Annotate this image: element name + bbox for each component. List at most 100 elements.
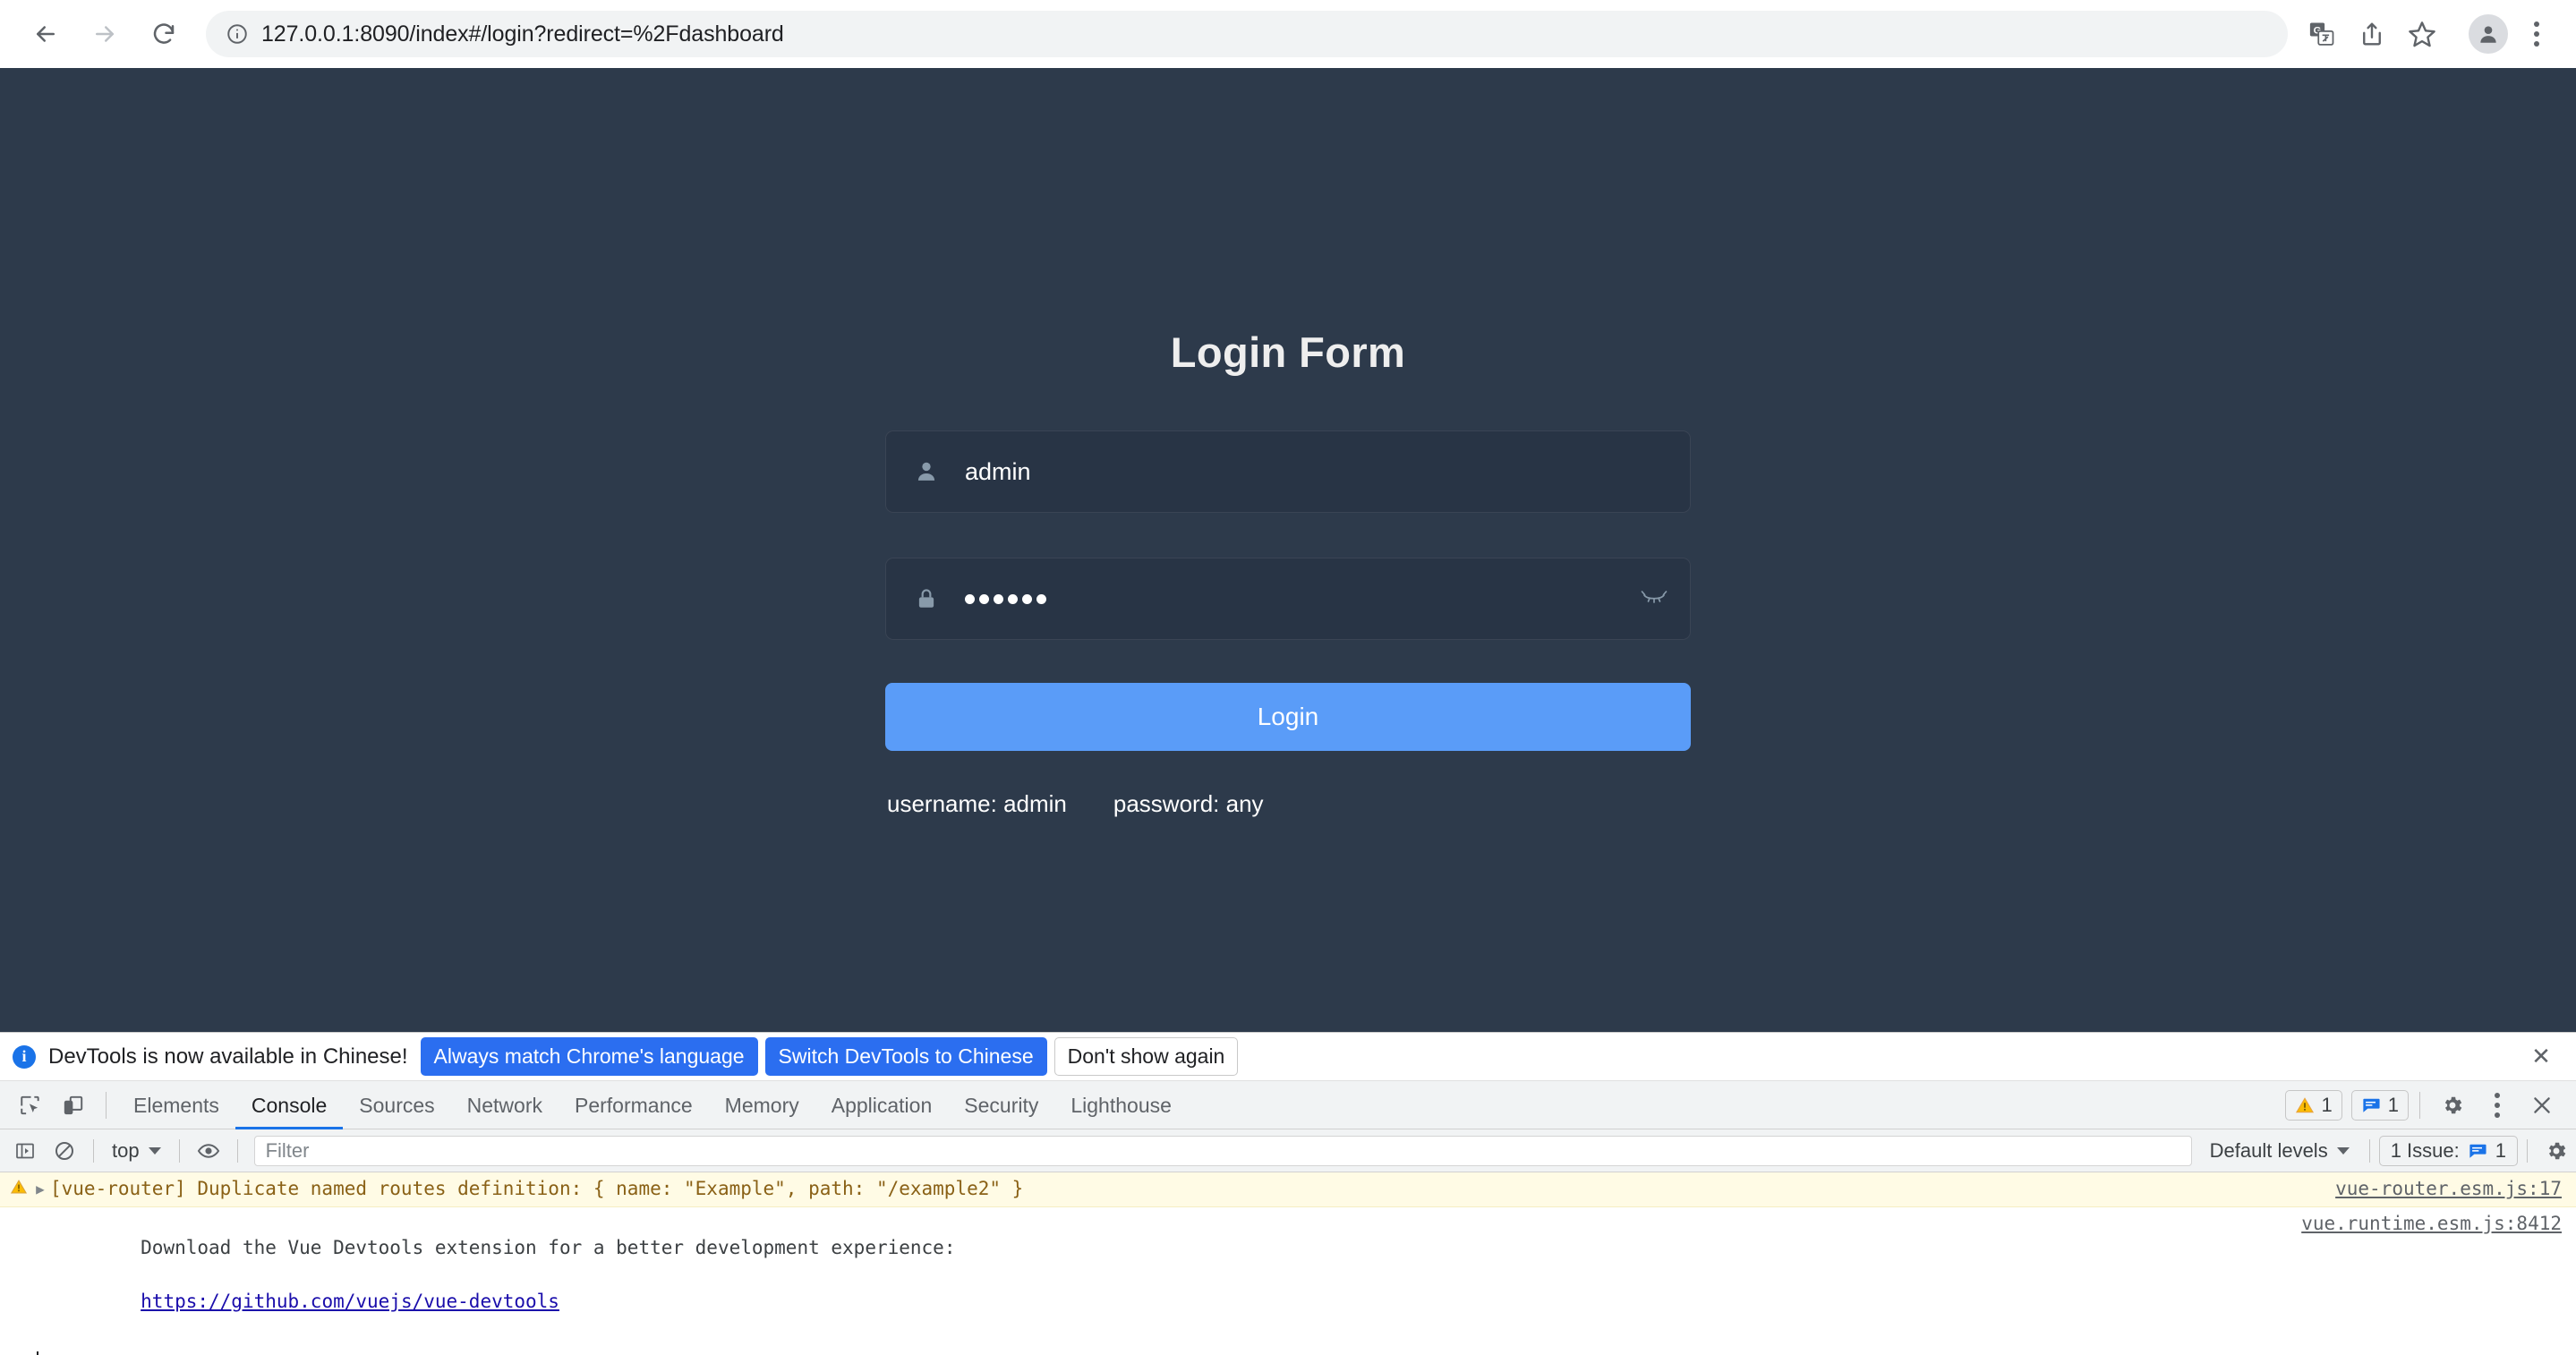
browser-menu-button[interactable] [2513,9,2560,59]
kebab-menu-icon [2534,21,2539,27]
divider [2419,1091,2420,1119]
tab-security[interactable]: Security [948,1081,1054,1129]
tab-lighthouse[interactable]: Lighthouse [1054,1081,1188,1129]
profile-button[interactable] [2463,9,2513,59]
issues-label: 1 Issue: [2390,1138,2460,1162]
avatar [2469,14,2508,54]
console-settings-button[interactable] [2537,1133,2576,1169]
device-toolbar-icon [64,1095,83,1114]
message-count-badge[interactable]: 1 [2350,1089,2409,1121]
reload-icon [153,23,175,44]
device-toolbar-button[interactable] [52,1085,95,1126]
translate-icon: G [2309,22,2334,46]
warning-count: 1 [2321,1093,2333,1116]
log-icon-placeholder [7,1212,30,1214]
devtools-panel: i DevTools is now available in Chinese! … [0,1032,2576,1355]
inspect-element-icon [21,1095,39,1114]
tab-memory[interactable]: Memory [709,1081,815,1129]
warning-triangle-icon [2295,1096,2315,1114]
gear-icon [2548,1142,2566,1159]
console-log-row[interactable]: Download the Vue Devtools extension for … [0,1206,2576,1345]
share-icon [2363,22,2381,46]
expand-arrow-icon[interactable]: ▶ [30,1177,50,1198]
user-icon [911,456,942,487]
tab-console[interactable]: Console [235,1081,343,1129]
info-icon: i [13,1044,36,1069]
console-filter-input[interactable] [253,1135,2192,1166]
issues-count: 1 [2495,1138,2506,1162]
divider [236,1138,238,1163]
page-title: Login Form [1170,328,1406,376]
console-log-message: [vue-router] Duplicate named routes defi… [50,1178,1024,1199]
url-text: 127.0.0.1:8090/index#/login?redirect=%2F… [261,21,784,47]
toolbar-actions: G [2297,9,2560,59]
console-sidebar-button[interactable] [5,1133,45,1169]
tab-sources[interactable]: Sources [343,1081,450,1129]
inspect-element-button[interactable] [9,1085,52,1126]
devtools-language-banner: i DevTools is now available in Chinese! … [0,1033,2576,1081]
dont-show-again-button[interactable]: Don't show again [1053,1037,1239,1076]
divider [2527,1138,2528,1163]
console-log-source[interactable]: vue.runtime.esm.js:8412 [2301,1212,2562,1237]
log-levels-selector[interactable]: Default levels [2199,1139,2360,1163]
browser-toolbar: 127.0.0.1:8090/index#/login?redirect=%2F… [0,0,2576,68]
vue-devtools-link[interactable]: https://github.com/vuejs/vue-devtools [141,1290,559,1315]
banner-message: DevTools is now available in Chinese! [48,1044,408,1069]
login-form: Login Form admin Login username: admin p… [885,68,1691,818]
devtools-tab-bar: Elements Console Sources Network Perform… [0,1081,2576,1129]
devtools-more-button[interactable] [2474,1080,2521,1130]
console-log-row[interactable]: ▶ [vue-router] Duplicate named routes de… [0,1172,2576,1207]
live-expression-icon [197,1143,219,1158]
warning-triangle-icon [7,1177,30,1195]
username-field-wrapper[interactable] [885,430,1691,513]
account-avatar-icon [2480,26,2496,43]
username-input[interactable] [942,457,1677,486]
always-match-language-button[interactable]: Always match Chrome's language [420,1037,758,1076]
expand-arrow-placeholder [30,1212,50,1214]
tab-elements[interactable]: Elements [117,1081,235,1129]
clear-console-icon [55,1141,73,1160]
warning-count-badge[interactable]: 1 [2284,1089,2342,1121]
switch-devtools-to-chinese-button[interactable]: Switch DevTools to Chinese [764,1037,1047,1076]
reload-button[interactable] [138,8,190,60]
forward-button[interactable] [79,8,131,60]
devtools-settings-button[interactable] [2431,1085,2474,1126]
banner-close-icon[interactable]: ✕ [2526,1042,2556,1072]
address-bar[interactable]: 127.0.0.1:8090/index#/login?redirect=%2F… [206,11,2288,57]
live-expression-button[interactable] [189,1133,228,1169]
back-button[interactable] [20,8,72,60]
translate-button[interactable]: G [2297,9,2347,59]
console-log-source[interactable]: vue-router.esm.js:17 [2335,1177,2562,1202]
message-icon [2361,1096,2381,1114]
divider [2368,1138,2370,1163]
credentials-hint: username: admin password: any [885,790,1691,818]
gear-icon [2444,1096,2462,1113]
username-hint: username: admin [887,790,1067,817]
arrow-left-icon [37,26,55,42]
lock-icon [911,584,942,614]
password-field-wrapper[interactable] [885,558,1691,640]
console-log-message: Download the Vue Devtools extension for … [141,1237,956,1259]
arrow-right-icon [96,26,114,42]
tab-performance[interactable]: Performance [559,1081,709,1129]
devtools-tab-bar-actions: 1 1 [2276,1080,2576,1130]
console-prompt[interactable]: > [0,1344,2576,1355]
execution-context-selector[interactable]: top [103,1139,170,1163]
tab-network[interactable]: Network [451,1081,559,1129]
password-masked-value [942,593,1631,604]
issues-button[interactable]: 1 Issue: 1 [2378,1135,2518,1166]
devtools-close-button[interactable] [2521,1085,2563,1126]
chevron-down-icon [148,1146,161,1155]
console-toolbar: top Default levels 1 Issue: 1 [0,1129,2576,1172]
message-icon [2468,1142,2487,1160]
bookmark-button[interactable] [2397,9,2447,59]
share-button[interactable] [2347,9,2397,59]
execution-context-label: top [112,1138,140,1162]
navigation-buttons [20,8,190,60]
password-visibility-toggle[interactable] [1631,575,1677,622]
clear-console-button[interactable] [45,1133,84,1169]
chevron-down-icon [2336,1146,2350,1155]
tab-application[interactable]: Application [815,1081,949,1129]
login-button[interactable]: Login [885,683,1691,751]
site-info-icon[interactable] [224,21,251,47]
